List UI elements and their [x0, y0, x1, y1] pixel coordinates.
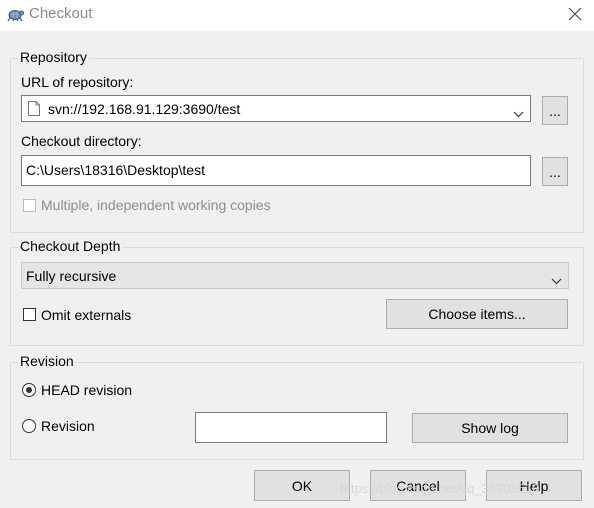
close-icon[interactable]	[563, 4, 587, 24]
head-revision-radio[interactable]	[22, 383, 36, 397]
omit-externals-label: Omit externals	[41, 307, 132, 323]
depth-selected: Fully recursive	[26, 268, 117, 284]
url-value: svn://192.168.91.129:3690/test	[48, 101, 241, 117]
show-log-button[interactable]: Show log	[412, 413, 568, 443]
depth-dropdown[interactable]: Fully recursive	[21, 262, 569, 289]
ok-button[interactable]: OK	[254, 470, 350, 501]
chevron-down-icon	[551, 272, 562, 288]
tortoisesvn-icon	[6, 6, 24, 22]
choose-items-button[interactable]: Choose items...	[386, 299, 568, 329]
revision-label: Revision	[41, 418, 95, 434]
browse-url-label: ...	[549, 103, 561, 119]
browse-directory-button[interactable]: ...	[542, 157, 568, 186]
ok-label: OK	[291, 478, 313, 494]
multiple-working-copies-label: Multiple, independent working copies	[41, 197, 271, 213]
checkout-directory-value: C:\Users\18316\Desktop\test	[26, 162, 205, 178]
radio-selected-dot	[26, 387, 32, 393]
revision-radio[interactable]	[22, 419, 36, 433]
revision-input[interactable]	[195, 412, 387, 443]
checkout-directory-label: Checkout directory:	[21, 133, 142, 149]
browse-url-button[interactable]: ...	[542, 96, 568, 125]
title-bar: Checkout	[0, 0, 594, 31]
head-revision-label: HEAD revision	[41, 382, 133, 398]
revision-group	[10, 362, 584, 460]
watermark-text: https://blog.csdn.net/qq_36708510	[340, 481, 540, 496]
checkout-directory-input[interactable]: C:\Users\18316\Desktop\test	[21, 155, 531, 186]
omit-externals-checkbox[interactable]	[23, 308, 36, 321]
url-label: URL of repository:	[21, 74, 134, 90]
chevron-down-icon[interactable]	[513, 105, 524, 121]
browse-directory-label: ...	[549, 164, 561, 180]
show-log-label: Show log	[461, 420, 519, 436]
url-combobox[interactable]: svn://192.168.91.129:3690/test	[21, 95, 531, 122]
choose-items-label: Choose items...	[428, 306, 526, 322]
revision-group-label: Revision	[18, 353, 76, 369]
repository-group-label: Repository	[18, 49, 89, 65]
multiple-working-copies-checkbox[interactable]	[23, 199, 36, 212]
file-icon	[28, 101, 40, 119]
window-title: Checkout	[29, 5, 93, 22]
checkout-depth-group-label: Checkout Depth	[18, 238, 123, 254]
